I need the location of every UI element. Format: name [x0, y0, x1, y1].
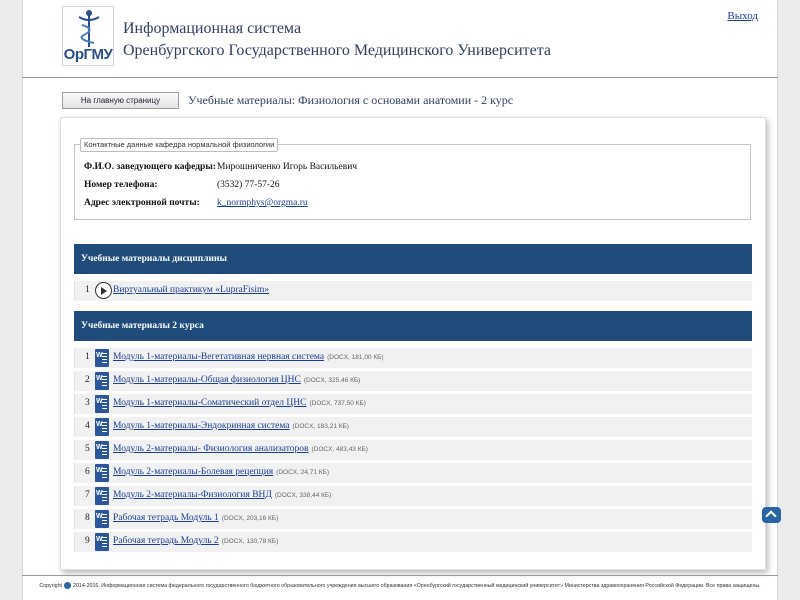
docx-icon[interactable]	[95, 349, 109, 367]
copyright-label: Copyright	[39, 582, 63, 589]
list-item: 4 Модуль 1-материалы-Эндокринная система…	[74, 417, 752, 437]
item-number: 7	[85, 490, 90, 500]
list-item: 1 Виртуальный практикум «LupraFisim»	[74, 281, 752, 301]
page-title: Учебные материалы: Физиология с основами…	[188, 93, 514, 107]
list-item: 9 Рабочая тетрадь Модуль 2(DOCX, 130,78 …	[74, 532, 752, 552]
item-number: 3	[85, 398, 90, 408]
file-size: (DOCX, 183,21 КБ)	[292, 423, 349, 430]
item-number: 1	[85, 352, 90, 362]
material-link[interactable]: Модуль 1-материалы-Общая физиология ЦНС	[113, 375, 301, 385]
docx-icon[interactable]	[95, 441, 109, 459]
logo-text: ОрГМУ	[63, 46, 113, 63]
file-size: (DOCX, 203,16 КБ)	[221, 515, 279, 522]
phone-label: Номер телефона:	[84, 180, 158, 190]
docx-icon[interactable]	[95, 464, 109, 482]
item-number: 5	[85, 444, 90, 454]
section-header-course: Учебные материалы 2 курса	[74, 311, 752, 341]
item-number: 6	[85, 467, 90, 477]
material-link[interactable]: Модуль 1-материалы-Эндокринная система	[113, 421, 290, 431]
material-link[interactable]: Модуль 1-материалы-Вегетативная нервная …	[113, 352, 324, 362]
docx-icon[interactable]	[95, 487, 109, 505]
item-number: 4	[85, 421, 90, 431]
docx-icon[interactable]	[95, 418, 109, 436]
site-title-line1: Информационная система	[123, 20, 302, 37]
list-item: 2 Модуль 1-материалы-Общая физиология ЦН…	[74, 371, 752, 391]
item-number: 9	[85, 536, 90, 546]
section-header-discipline: Учебные материалы дисциплины	[74, 244, 752, 274]
item-number: 2	[85, 375, 90, 385]
footer-divider	[22, 575, 778, 576]
email-label: Адрес электронной почты:	[84, 198, 200, 208]
university-logo[interactable]: ОрГМУ	[62, 6, 114, 66]
list-item: 1 Модуль 1-материалы-Вегетативная нервна…	[74, 348, 752, 368]
material-link[interactable]: Модуль 1-материалы-Соматический отдел ЦН…	[113, 398, 306, 408]
file-size: (DOCX, 325,46 КБ)	[303, 377, 361, 384]
home-button[interactable]: На главную страницу	[62, 92, 179, 109]
material-link[interactable]: Модуль 2-материалы-Физиология ВНД	[113, 490, 272, 500]
file-size: (DOCX, 130,78 КБ)	[221, 538, 279, 545]
head-name-value: Мирошниченко Игорь Васильевич	[217, 162, 358, 172]
site-title-line2: Оренбургского Государственного Медицинск…	[123, 42, 552, 59]
docx-icon[interactable]	[95, 395, 109, 413]
file-size: (DOCX, 24,71 КБ)	[276, 469, 330, 476]
head-name-label: Ф.И.О. заведующего кафедры:	[84, 162, 216, 172]
header-divider	[22, 77, 778, 78]
phone-value: (3532) 77-57-26	[217, 180, 280, 190]
list-item: 7 Модуль 2-материалы-Физиология ВНД(DOCX…	[74, 486, 752, 506]
item-number: 8	[85, 513, 90, 523]
docx-icon[interactable]	[95, 510, 109, 528]
list-item: 3 Модуль 1-материалы-Соматический отдел …	[74, 394, 752, 414]
material-link[interactable]: Рабочая тетрадь Модуль 2	[113, 536, 219, 546]
material-link[interactable]: Модуль 2-материалы-Болевая рецепция	[113, 467, 273, 477]
list-item: 5 Модуль 2-материалы- Физиология анализа…	[74, 440, 752, 460]
list-item: 6 Модуль 2-материалы-Болевая рецепция(DO…	[74, 463, 752, 483]
scroll-to-top-button[interactable]	[762, 507, 781, 523]
docx-icon[interactable]	[95, 533, 109, 551]
item-number: 1	[85, 285, 90, 295]
material-link[interactable]: Модуль 2-материалы- Физиология анализато…	[113, 444, 308, 454]
material-link[interactable]: Виртуальный практикум «LupraFisim»	[113, 285, 269, 295]
file-size: (DOCX, 181,00 КБ)	[327, 354, 384, 361]
list-item: 8 Рабочая тетрадь Модуль 1(DOCX, 203,16 …	[74, 509, 752, 529]
material-link[interactable]: Рабочая тетрадь Модуль 1	[113, 513, 219, 523]
footer-text: 2014-2016. Информационная система федера…	[73, 582, 761, 589]
site-title: Информационная система Оренбургского Гос…	[123, 18, 551, 62]
contact-legend: Контактные данные кафедра нормальной физ…	[80, 138, 279, 152]
play-icon[interactable]	[95, 282, 112, 299]
caduceus-icon	[78, 10, 100, 47]
copyright-icon	[64, 582, 72, 589]
file-size: (DOCX, 338,44 КБ)	[274, 492, 332, 499]
email-link[interactable]: k_normphys@orgma.ru	[217, 198, 308, 208]
docx-icon[interactable]	[95, 372, 109, 390]
logout-link[interactable]: Выход	[727, 10, 758, 22]
footer: Copyright 2014-2016. Информационная систе…	[22, 582, 778, 589]
file-size: (DOCX, 483,43 КБ)	[311, 446, 368, 453]
file-size: (DOCX, 737,50 КБ)	[309, 400, 366, 407]
contact-box	[74, 144, 751, 220]
site-header: ОрГМУ Информационная система Оренбургско…	[22, 0, 778, 78]
